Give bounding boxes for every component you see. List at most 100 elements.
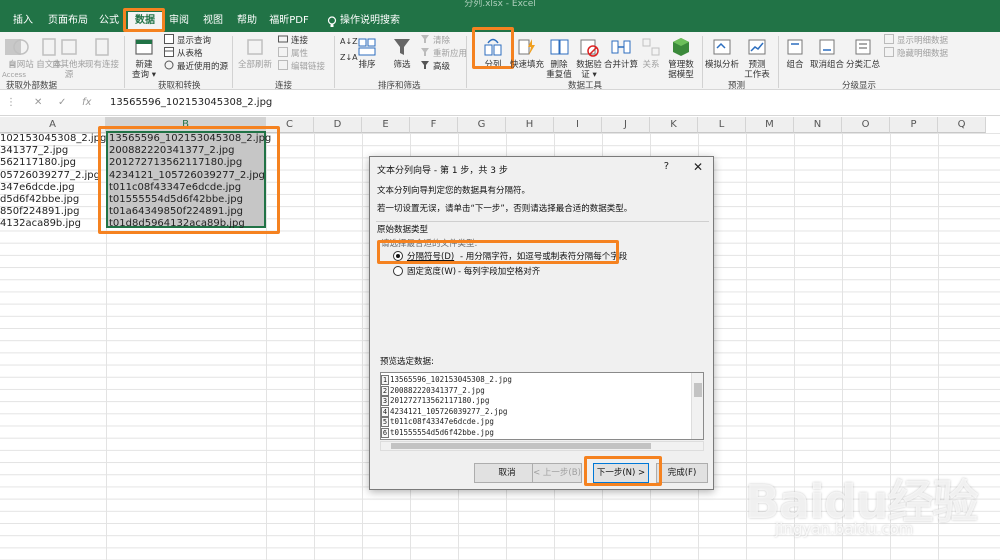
filter-button[interactable]: 筛选 <box>388 36 416 70</box>
cell-a[interactable]: 347e6dcde.jpg <box>0 182 75 194</box>
tab-view[interactable]: 视图 <box>200 12 226 32</box>
new-query-icon <box>135 39 153 55</box>
insert-function-icon[interactable]: fx <box>82 97 91 108</box>
cell-b[interactable]: 4234121_105726039277_2.jpg <box>109 170 265 182</box>
connections-button[interactable]: 连接 <box>278 34 308 47</box>
column-header-h[interactable]: H <box>506 117 554 133</box>
cell-b[interactable]: t01555554d5d6f42bbe.jpg <box>109 194 243 206</box>
column-header-l[interactable]: L <box>698 117 746 133</box>
tab-insert[interactable]: 插入 <box>4 12 42 32</box>
tab-formulas[interactable]: 公式 <box>94 12 124 32</box>
fixed-width-radio[interactable] <box>393 266 403 276</box>
tab-data[interactable]: 数据 <box>128 12 162 32</box>
cancel-icon[interactable]: ✕ <box>34 97 42 108</box>
refresh-all-button[interactable]: 全部刷新 <box>236 36 274 70</box>
recent-sources-button[interactable]: 最近使用的源 <box>164 60 228 73</box>
cell-b[interactable]: 201272713562117180.jpg <box>109 157 242 169</box>
cell-a[interactable]: d5d6f42bbe.jpg <box>0 194 79 206</box>
advanced-filter-button[interactable]: 高级 <box>420 60 450 73</box>
ungroup-button[interactable]: 取消组合 <box>810 36 844 70</box>
remove-duplicates-button[interactable]: 删除 重复值 <box>544 36 574 80</box>
edit-links-button[interactable]: 编辑链接 <box>278 60 325 73</box>
manage-data-model-button[interactable]: 管理数 据模型 <box>664 36 698 80</box>
flash-fill-button[interactable]: 快速填充 <box>510 36 544 70</box>
fixed-width-label[interactable]: 固定宽度(W) <box>407 265 456 277</box>
data-preview[interactable]: 1 13565596_102153045308_2.jpg 2 20088222034… <box>380 372 704 440</box>
column-header-i[interactable]: I <box>554 117 602 133</box>
preview-vertical-scrollbar[interactable] <box>691 373 703 439</box>
name-box-arrow-icon[interactable]: ⋮ <box>6 97 16 108</box>
column-header-m[interactable]: M <box>746 117 794 133</box>
reapply-button[interactable]: 重新应用 <box>420 47 467 60</box>
column-header-k[interactable]: K <box>650 117 698 133</box>
relationships-icon <box>642 38 660 56</box>
what-if-analysis-button[interactable]: 模拟分析 <box>704 36 740 70</box>
properties-button[interactable]: 属性 <box>278 47 308 60</box>
sort-az-button[interactable]: A↓Z <box>340 36 358 48</box>
tab-page-layout[interactable]: 页面布局 <box>44 12 92 32</box>
hide-detail-button[interactable]: 隐藏明细数据 <box>884 47 948 60</box>
column-header-e[interactable]: E <box>362 117 410 133</box>
column-header-a[interactable]: A <box>0 117 106 133</box>
from-other-sources-button[interactable]: 自其他来源 <box>52 36 86 80</box>
clear-icon <box>421 35 429 43</box>
new-query-button[interactable]: 新建 查询 ▾ <box>128 36 160 80</box>
tell-me-search[interactable]: 操作说明搜索 <box>340 12 402 32</box>
column-header-f[interactable]: F <box>410 117 458 133</box>
cell-a[interactable]: 850f224891.jpg <box>0 206 79 218</box>
consolidate-button[interactable]: 合并计算 <box>604 36 638 70</box>
cell-a[interactable]: 05726039277_2.jpg <box>0 170 100 182</box>
cell-b[interactable]: t011c08f43347e6dcde.jpg <box>109 182 241 194</box>
enter-icon[interactable]: ✓ <box>58 97 66 108</box>
show-queries-button[interactable]: 显示查询 <box>164 34 211 47</box>
column-header-q[interactable]: Q <box>938 117 986 133</box>
file-type-prompt: 请选择最合适的文件类型: <box>381 239 478 249</box>
cell-b[interactable]: t01d8d5964132aca89b.jpg <box>109 218 245 230</box>
clear-filter-button[interactable]: 清除 <box>420 34 450 47</box>
cell-a[interactable]: 341377_2.jpg <box>0 145 68 157</box>
column-header-p[interactable]: P <box>890 117 938 133</box>
column-header-o[interactable]: O <box>842 117 890 133</box>
relationships-button[interactable]: 关系 <box>638 36 664 70</box>
column-header-n[interactable]: N <box>794 117 842 133</box>
text-to-columns-button[interactable]: 分列 <box>478 36 508 70</box>
group-button[interactable]: 组合 <box>782 36 808 70</box>
finish-button[interactable]: 完成(F) <box>656 463 708 483</box>
column-header-j[interactable]: J <box>602 117 650 133</box>
cell-b[interactable]: t01a64349850f224891.jpg <box>109 206 243 218</box>
from-table-button[interactable]: 从表格 <box>164 47 203 60</box>
cell-a[interactable]: 4132aca89b.jpg <box>0 218 81 230</box>
show-detail-button[interactable]: 显示明细数据 <box>884 34 948 47</box>
back-button[interactable]: < 上一步(B) <box>532 463 582 483</box>
cell-a[interactable]: 562117180.jpg <box>0 157 76 169</box>
cell-a[interactable]: 102153045308_2.jpg <box>0 133 106 145</box>
existing-connections-button[interactable]: 现有连接 <box>84 36 120 70</box>
formula-input[interactable]: 13565596_102153045308_2.jpg <box>110 97 272 108</box>
sort-za-button[interactable]: Z↓A <box>340 52 358 64</box>
data-validation-icon <box>580 39 599 57</box>
delimited-label[interactable]: 分隔符号(D) <box>407 250 454 262</box>
preview-horizontal-scrollbar[interactable] <box>380 441 704 451</box>
tab-foxit-pdf[interactable]: 福昕PDF <box>268 12 310 32</box>
column-header-c[interactable]: C <box>266 117 314 133</box>
cell-b[interactable]: 200882220341377_2.jpg <box>109 145 234 157</box>
scroll-thumb[interactable] <box>694 383 702 397</box>
next-button[interactable]: 下一步(N) > <box>593 463 649 483</box>
delimited-radio[interactable] <box>393 251 403 261</box>
cancel-button[interactable]: 取消 <box>474 463 540 483</box>
forecast-sheet-button[interactable]: 预测 工作表 <box>742 36 772 80</box>
help-icon[interactable]: ? <box>664 161 669 172</box>
tab-review[interactable]: 审阅 <box>166 12 192 32</box>
column-header-g[interactable]: G <box>458 117 506 133</box>
tab-help[interactable]: 帮助 <box>234 12 260 32</box>
properties-icon <box>278 47 288 57</box>
cell-b[interactable]: 13565596_102153045308_2.jpg <box>109 133 271 145</box>
close-icon[interactable]: ✕ <box>693 160 703 174</box>
data-validation-button[interactable]: 数据验证 ▾ <box>574 36 604 80</box>
scroll-thumb[interactable] <box>391 443 651 449</box>
subtotal-button[interactable]: 分类汇总 <box>846 36 880 70</box>
preview-label: 预览选定数据: <box>380 357 434 367</box>
sort-button[interactable]: 排序 <box>356 36 378 70</box>
from-web-button[interactable]: 自网站 <box>6 36 36 70</box>
column-header-d[interactable]: D <box>314 117 362 133</box>
